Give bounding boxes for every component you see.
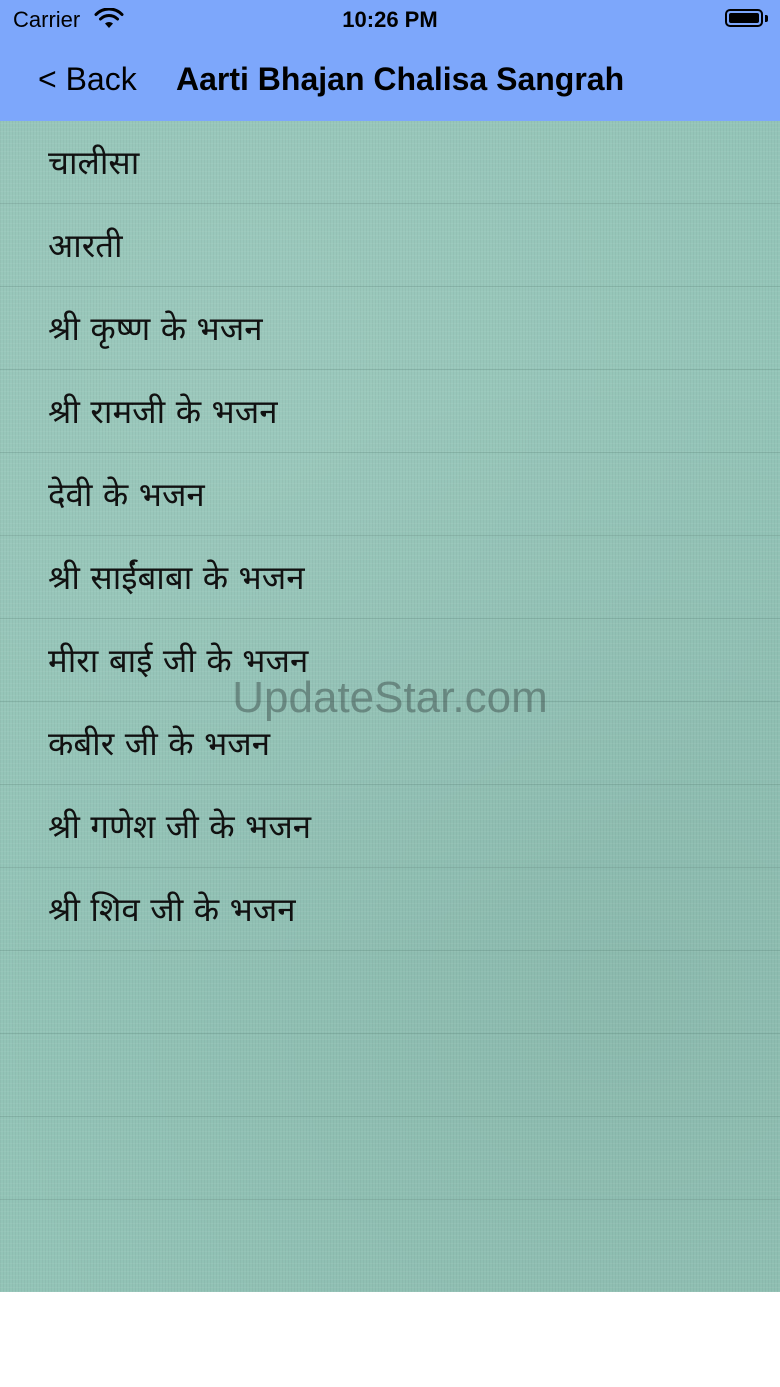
list-item[interactable]: श्री गणेश जी के भजन [0,785,780,868]
list-item-label: देवी के भजन [48,475,205,514]
empty-row [0,1117,780,1200]
list-item[interactable]: श्री रामजी के भजन [0,370,780,453]
status-bar: Carrier 10:26 PM [0,0,780,40]
list-item-label: चालीसा [48,143,140,182]
battery-icon [725,9,763,27]
list-item[interactable]: देवी के भजन [0,453,780,536]
clock: 10:26 PM [342,7,438,32]
list-item-label: श्री साईंबाबा के भजन [48,558,305,597]
page-title: Aarti Bhajan Chalisa Sangrah [176,61,625,97]
list-item[interactable]: श्री कृष्ण के भजन [0,287,780,370]
list-item-label: आरती [48,226,123,265]
list-item[interactable]: श्री साईंबाबा के भजन [0,536,780,619]
navigation-bar: Carrier 10:26 PM < Back Aarti Bhajan Cha… [0,0,780,122]
bottom-blank-area [0,1292,780,1387]
list-item[interactable]: आरती [0,204,780,287]
back-button[interactable]: < Back [38,61,137,98]
list-item-label: श्री कृष्ण के भजन [48,309,263,348]
list-item-label: श्री शिव जी के भजन [48,890,296,929]
list-item-label: श्री रामजी के भजन [48,392,278,431]
watermark: UpdateStar.com [232,673,548,722]
list-item-label: कबीर जी के भजन [48,724,271,763]
list-item[interactable]: श्री शिव जी के भजन [0,868,780,951]
battery-terminal [765,15,768,22]
empty-row [0,951,780,1034]
list-item-label: श्री गणेश जी के भजन [48,807,312,846]
empty-row [0,1034,780,1117]
list-item[interactable]: चालीसा [0,121,780,204]
